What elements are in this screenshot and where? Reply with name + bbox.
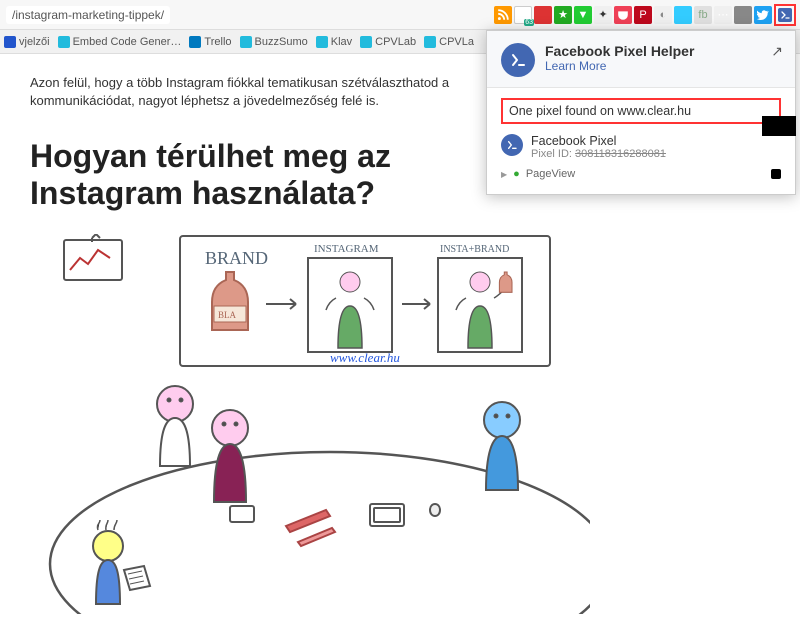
counter-badge: 63 <box>524 19 534 26</box>
counter-icon[interactable]: 63 <box>514 6 532 24</box>
article-content: Azon felül, hogy a több Instagram fiókka… <box>0 54 490 240</box>
pixel-helper-popup: Facebook Pixel Helper Learn More ↗ One p… <box>486 30 796 195</box>
bookmark-item[interactable]: BuzzSumo <box>240 36 308 48</box>
pixel-id-line: Pixel ID: 308118316288081 <box>531 148 666 160</box>
bookmark-item[interactable]: CPVLab <box>360 36 416 48</box>
open-external-icon[interactable]: ↗ <box>771 43 783 60</box>
extension-icons: 63 ★ ▼ ✦ P ◐ fb ⋯ <box>494 4 800 26</box>
popup-header: Facebook Pixel Helper Learn More ↗ <box>487 31 795 87</box>
event-name: PageView <box>526 168 575 180</box>
url-fragment[interactable]: /instagram-marketing-tippek/ <box>6 6 170 24</box>
red-ext-icon[interactable] <box>534 6 552 24</box>
ext-icon-3[interactable] <box>674 6 692 24</box>
green-ext-icon[interactable]: ★ <box>554 6 572 24</box>
bookmark-item[interactable]: vjelzői <box>4 36 50 48</box>
pixel-id-value: 308118316288081 <box>575 148 666 160</box>
popup-body: One pixel found on www.clear.hu Facebook… <box>487 87 795 194</box>
pinterest-icon[interactable]: P <box>634 6 652 24</box>
url-area: /instagram-marketing-tippek/ <box>0 8 184 22</box>
twitter-icon[interactable] <box>754 6 772 24</box>
pixel-name: Facebook Pixel <box>531 134 666 148</box>
ext-icon-5[interactable]: ⋯ <box>714 6 732 24</box>
pocket-icon[interactable] <box>614 6 632 24</box>
check-icon: ● <box>513 168 520 180</box>
pixel-id-label: Pixel ID: <box>531 148 572 160</box>
illus-label-insta: INSTAGRAM <box>314 243 379 255</box>
illus-label-instabrand: INSTA+BRAND <box>440 244 509 255</box>
fb-code-icon <box>501 134 523 156</box>
article-paragraph: Azon felül, hogy a több Instagram fiókka… <box>30 74 460 110</box>
pixel-helper-extension-icon[interactable] <box>774 4 796 26</box>
pixel-event-row[interactable]: ▶ ● PageView <box>501 168 781 180</box>
pixel-row[interactable]: Facebook Pixel Pixel ID: 308118316288081 <box>501 134 781 160</box>
ext-icon-2[interactable]: ◐ <box>654 6 672 24</box>
bookmark-item[interactable]: Embed Code Gener… <box>58 36 182 48</box>
fb-code-icon <box>501 43 535 77</box>
event-status-icon <box>771 169 781 179</box>
redaction-block <box>762 116 796 136</box>
pixel-count-message: One pixel found on www.clear.hu <box>501 98 781 124</box>
ext-icon-4[interactable]: fb <box>694 6 712 24</box>
bookmark-item[interactable]: Trello <box>189 36 231 48</box>
learn-more-link[interactable]: Learn More <box>545 59 606 73</box>
browser-toolbar: /instagram-marketing-tippek/ 63 ★ ▼ ✦ P … <box>0 0 800 30</box>
bookmark-item[interactable]: Klav <box>316 36 352 48</box>
bookmark-item[interactable]: CPVLa <box>424 36 474 48</box>
article-illustration: BRAND BLA INSTAGRAM INSTA+BRAND www.clea… <box>30 234 590 614</box>
illus-label-bottle: BLA <box>218 310 237 320</box>
ext-icon-1[interactable]: ✦ <box>594 6 612 24</box>
illus-watermark: www.clear.hu <box>330 350 400 365</box>
expand-triangle-icon[interactable]: ▶ <box>501 170 507 179</box>
article-heading: Hogyan térülhet meg az Instagram használ… <box>30 138 460 212</box>
illus-label-brand: BRAND <box>205 248 268 268</box>
arrow-down-icon[interactable]: ▼ <box>574 6 592 24</box>
ext-icon-6[interactable] <box>734 6 752 24</box>
rss-icon[interactable] <box>494 6 512 24</box>
popup-title: Facebook Pixel Helper <box>545 43 694 59</box>
